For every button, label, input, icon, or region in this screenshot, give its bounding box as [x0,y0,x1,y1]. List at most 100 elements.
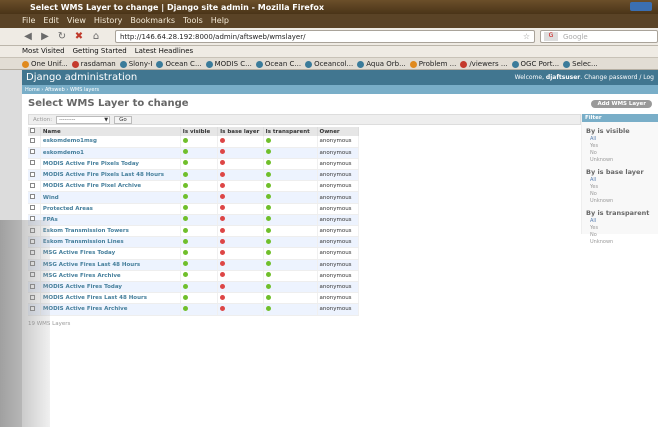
cell-base [217,214,264,227]
forward-arrow-icon[interactable]: ▶ [39,31,51,42]
cell-base [217,259,264,271]
stop-icon[interactable]: ✖ [73,31,85,42]
tab[interactable]: MODIS C... [205,59,252,69]
owner-value: anonymous [319,250,352,257]
layer-name-link[interactable]: MSG Active Fires Archive [43,273,121,279]
filter-option[interactable]: No [590,232,650,238]
bookmark-getting-started[interactable]: Getting Started [73,47,127,57]
row-checkbox[interactable] [30,149,35,155]
layer-name-link[interactable]: Eskom Transmission Towers [43,228,129,234]
menu-bookmarks[interactable]: Bookmarks [130,16,175,28]
filter-option[interactable]: All [590,218,650,224]
layer-name-link[interactable]: Protected Areas [43,206,93,212]
layer-name-link[interactable]: MSG Active Fires Last 48 Hours [43,262,140,268]
menu-file[interactable]: File [22,16,35,28]
tab[interactable]: rasdaman [71,59,116,69]
tab[interactable]: /viewers ... [460,59,508,69]
row-checkbox[interactable] [30,205,35,211]
user-links[interactable]: Change password / Log [584,74,654,81]
cell-visible [180,247,219,260]
cell-visible [180,225,219,238]
action-select[interactable]: --------- ▼ [56,115,111,124]
layer-name-link[interactable]: Wind [43,195,59,201]
layer-name-link[interactable]: MODIS Active Fire Pixel Archive [43,183,141,189]
column-header-is-transparent[interactable]: Is transparent [263,127,318,136]
tab[interactable]: Aqua Orb... [357,59,406,69]
tab[interactable]: One Unif... [22,59,68,69]
filter-option[interactable]: All [590,177,650,183]
select-all-checkbox[interactable] [30,128,35,133]
home-icon[interactable]: ⌂ [90,31,102,42]
cell-owner: anonymous [317,303,360,316]
filter-group-transparent: By is transparent All Yes No Unknown [582,209,658,245]
no-icon [220,182,226,188]
tab[interactable]: OGC Port... [511,59,560,69]
layer-name-link[interactable]: MODIS Active Fire Pixels Today [43,161,139,167]
row-checkbox[interactable] [30,182,35,188]
no-icon [220,160,226,166]
yes-icon [182,171,188,177]
layer-name-link[interactable]: eskomdemo1 [43,150,84,156]
tab-label: OGC Port... [520,60,560,68]
tab[interactable]: Ocean C... [156,59,202,69]
row-checkbox[interactable] [30,160,35,166]
select-all-header[interactable] [28,127,41,136]
filter-option[interactable]: Unknown [590,157,650,163]
tab-active[interactable]: Selec... [563,59,598,69]
no-icon [220,272,226,278]
menu-view[interactable]: View [67,16,86,28]
layer-name-link[interactable]: MODIS Active Fires Last 48 Hours [43,295,147,301]
filter-option[interactable]: Unknown [590,239,650,245]
tab[interactable]: Ocean C... [255,59,301,69]
column-header-is-visible[interactable]: Is visible [180,127,219,136]
row-checkbox[interactable] [30,137,35,143]
filter-option[interactable]: No [590,191,650,197]
filter-option[interactable]: Yes [590,225,650,231]
tab-label: Aqua Orb... [366,60,406,68]
filter-option[interactable]: No [590,150,650,156]
search-engine-icon[interactable]: G [544,32,558,41]
window-controls[interactable] [630,2,652,11]
add-wms-layer-button[interactable]: Add WMS Layer [591,100,652,108]
layer-name-link[interactable]: MSG Active Fires Today [43,250,115,256]
layer-name-link[interactable]: MODIS Active Fires Today [43,284,122,290]
reload-icon[interactable]: ↻ [56,31,68,42]
site-brand[interactable]: Django administration [26,72,137,83]
filter-option[interactable]: Yes [590,143,650,149]
menu-edit[interactable]: Edit [43,16,59,28]
go-button[interactable]: Go [114,115,132,124]
column-header-owner[interactable]: Owner [317,127,360,136]
menu-tools[interactable]: Tools [183,16,203,28]
row-checkbox[interactable] [30,171,35,177]
filter-option[interactable]: Yes [590,184,650,190]
url-bar[interactable]: http://146.64.28.192:8000/admin/aftsweb/… [115,30,535,43]
bookmark-most-visited[interactable]: Most Visited [22,47,65,57]
tab-favicon-icon [205,60,213,68]
bookmark-star-icon[interactable]: ☆ [523,32,530,41]
no-icon [220,305,226,311]
cell-base [217,147,264,159]
back-arrow-icon[interactable]: ◀ [22,31,34,42]
filter-option[interactable]: All [590,136,650,142]
menu-help[interactable]: Help [211,16,229,28]
tab[interactable]: Oceancol... [305,59,353,69]
column-header-name[interactable]: Name [40,127,181,136]
breadcrumb[interactable]: Home › Aftsweb › WMS layers [22,85,658,94]
table-row: MODIS Active Fire Pixel Archive anonymous [28,180,360,193]
cell-transparent [263,236,318,249]
row-checkbox[interactable] [30,194,35,200]
owner-value: anonymous [319,272,352,279]
layer-name-link[interactable]: eskomdemo1msg [43,138,97,144]
no-icon [220,227,226,233]
tab[interactable]: Slony-I [119,59,152,69]
layer-name-link[interactable]: Eskom Transmission Lines [43,239,124,245]
column-header-is-base-layer[interactable]: Is base layer [217,127,264,136]
layer-name-link[interactable]: MODIS Active Fires Archive [43,306,128,312]
yes-icon [265,137,271,143]
tab[interactable]: Problem ... [409,59,456,69]
filter-option[interactable]: Unknown [590,198,650,204]
menu-history[interactable]: History [94,16,122,28]
bookmark-latest-headlines[interactable]: Latest Headlines [135,47,193,57]
layer-name-link[interactable]: MODIS Active Fire Pixels Last 48 Hours [43,172,164,178]
search-input[interactable]: G Google [540,30,658,43]
